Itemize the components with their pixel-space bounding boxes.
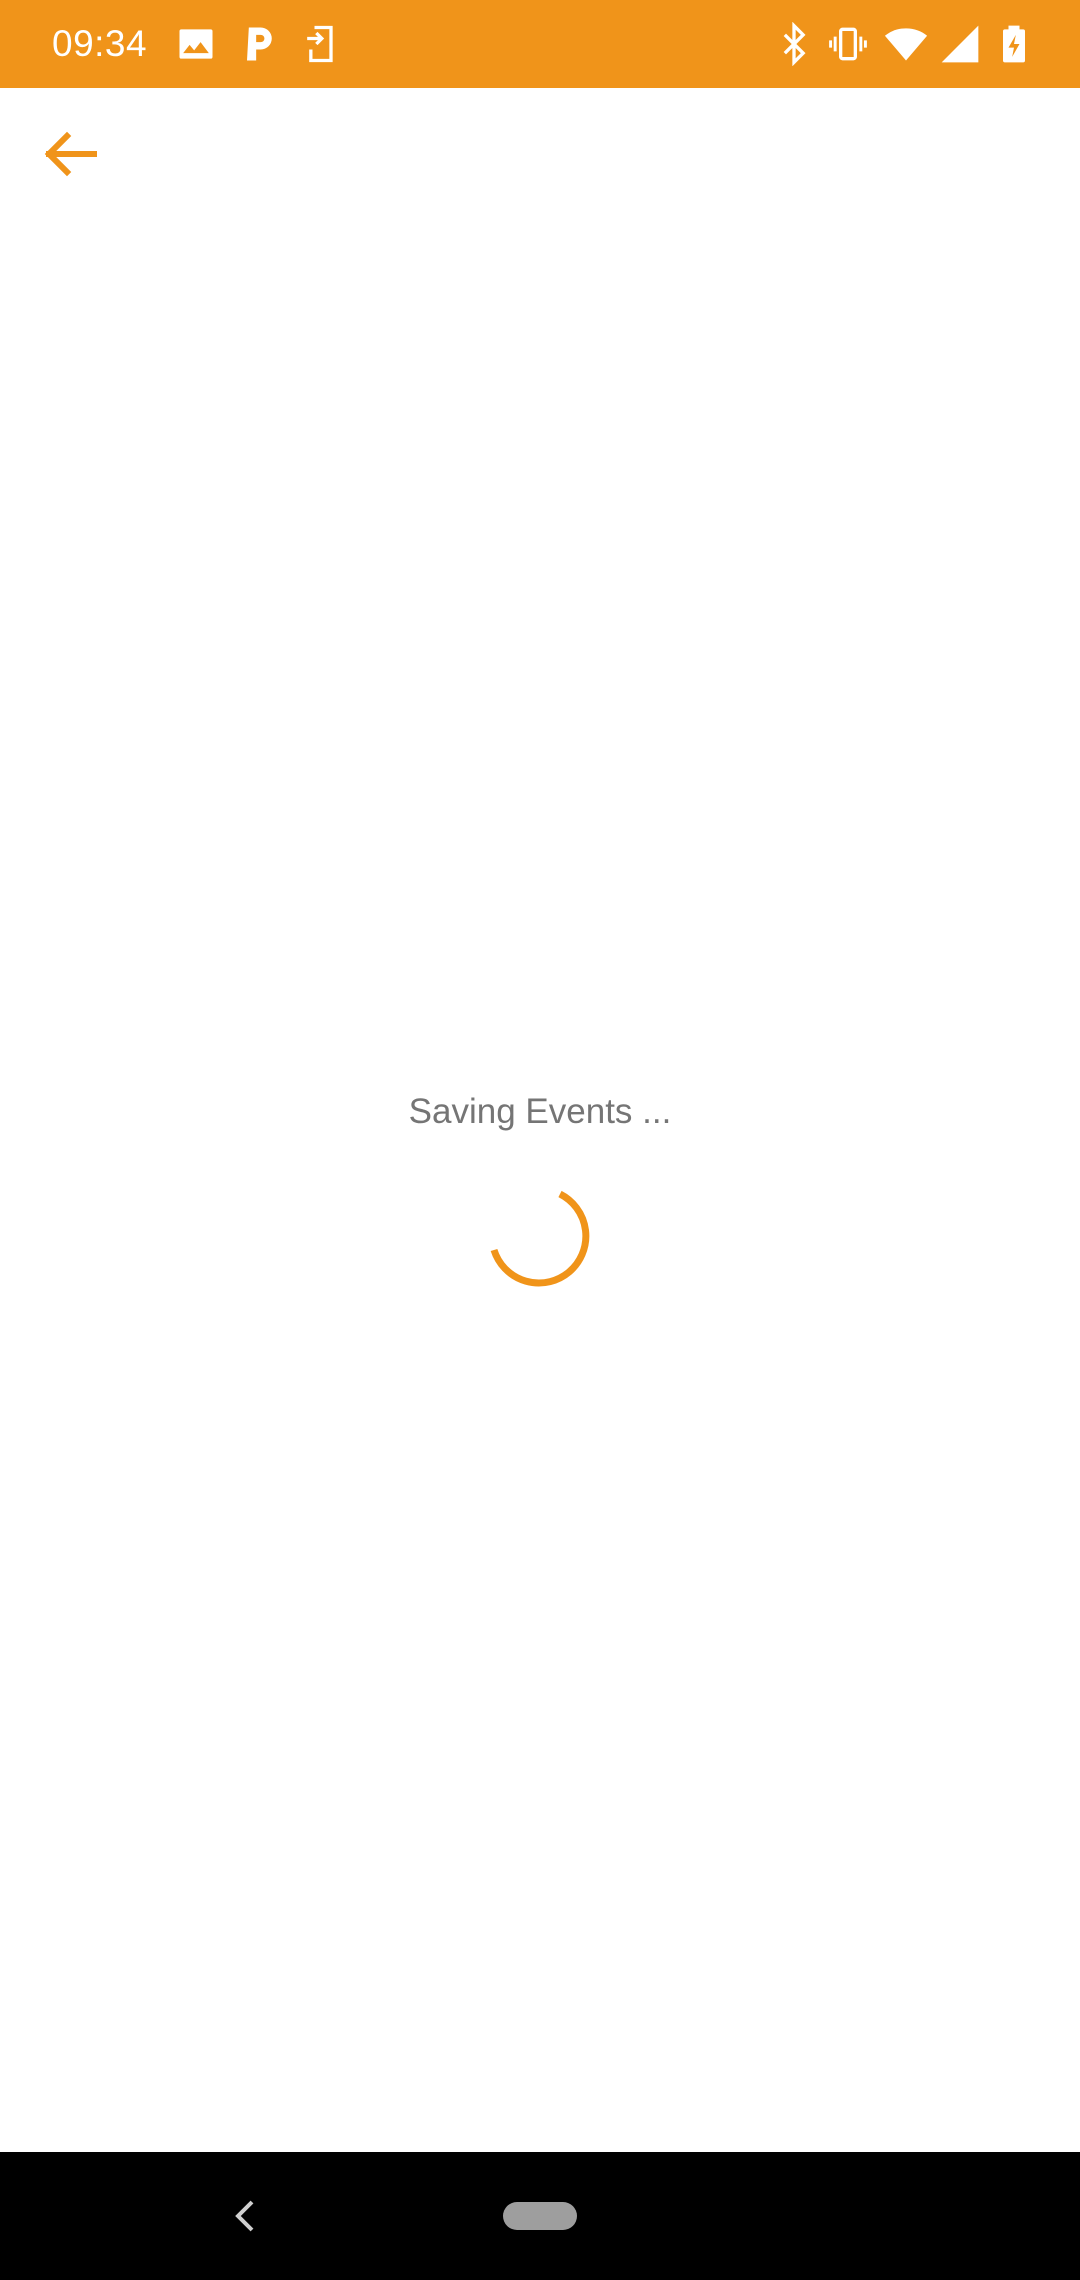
bluetooth-icon <box>772 22 816 66</box>
vibrate-icon <box>826 22 870 66</box>
image-icon <box>174 22 218 66</box>
arrow-back-icon <box>44 131 97 177</box>
cell-signal-icon <box>938 22 982 66</box>
loading-spinner <box>488 1188 592 1292</box>
app-bar <box>0 88 1080 236</box>
main-content: Saving Events ... <box>0 236 1080 2152</box>
wifi-icon <box>884 22 928 66</box>
system-nav-bar <box>0 2152 1080 2280</box>
back-button[interactable] <box>34 118 106 190</box>
parking-app-icon <box>236 22 280 66</box>
battery-charging-icon <box>992 22 1036 66</box>
chevron-left-icon <box>235 2200 254 2232</box>
loading-message: Saving Events ... <box>408 1092 672 1131</box>
screen-share-icon <box>298 22 342 66</box>
home-pill-icon[interactable] <box>503 2202 577 2230</box>
status-bar: 09:34 <box>0 0 1080 88</box>
nav-back-button[interactable] <box>222 2192 270 2240</box>
status-time: 09:34 <box>52 23 148 64</box>
